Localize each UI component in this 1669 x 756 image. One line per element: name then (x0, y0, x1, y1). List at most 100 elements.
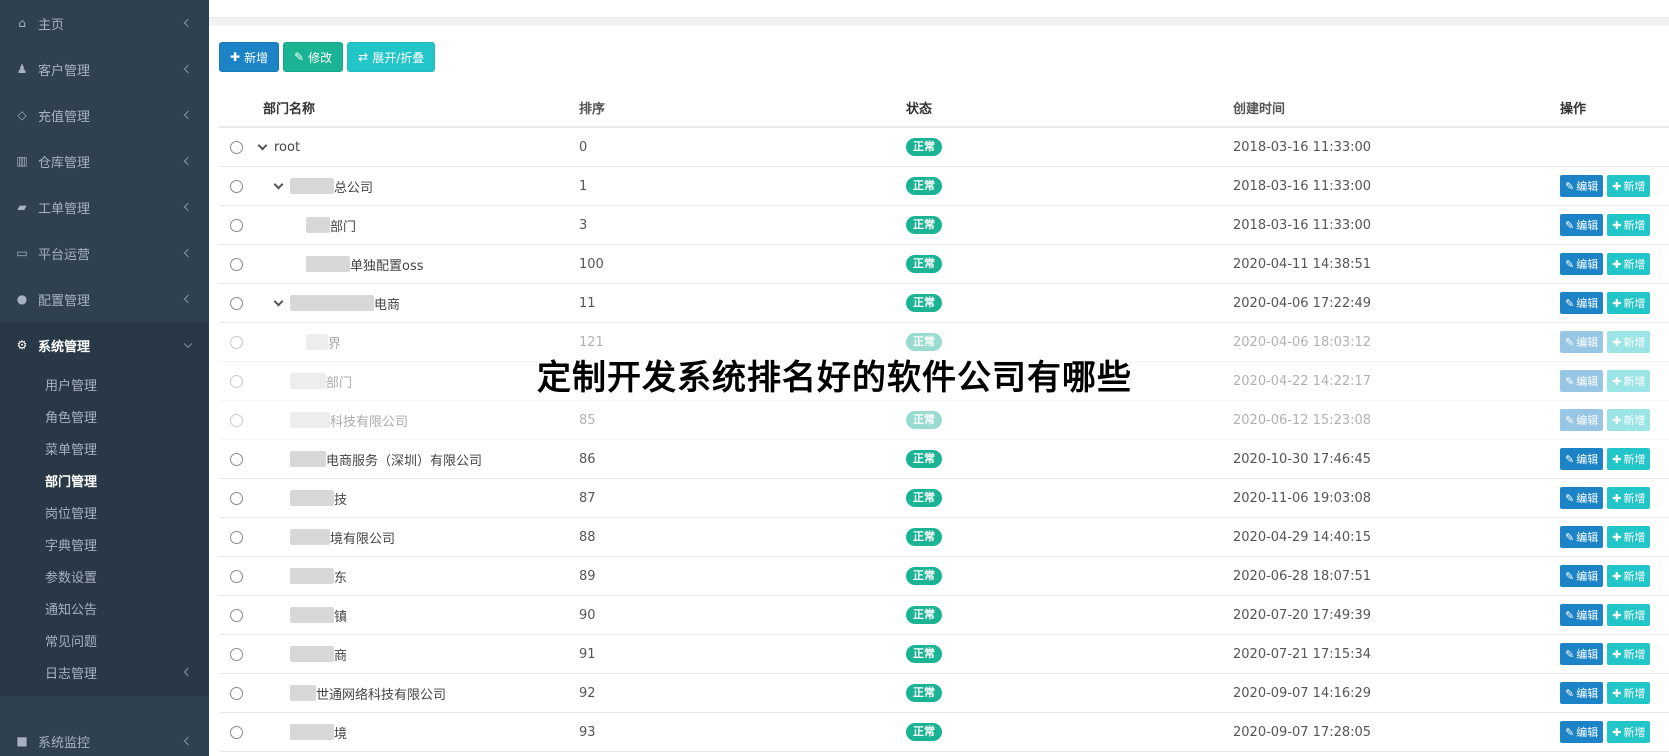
table-row[interactable]: 世通网络科技有限公司 92 正常 2020-09-07 14:16:29 ✎ 编辑 ✚ 新增 (219, 674, 1669, 713)
row-edit-button[interactable]: ✎ 编辑 (1560, 409, 1604, 431)
sidebar-item-0[interactable]: ⌂ 主页 (0, 0, 209, 46)
submenu-item-9[interactable]: 日志管理 (0, 656, 209, 688)
submenu-item-3[interactable]: 部门管理 (0, 464, 209, 496)
expand-collapse-button[interactable]: ⇄ 展开/折叠 (347, 42, 436, 72)
dept-sort: 88 (579, 529, 596, 545)
row-edit-button[interactable]: ✎ 编辑 (1560, 214, 1604, 236)
row-radio[interactable] (229, 569, 243, 583)
table-row[interactable]: 部门 3 正常 2018-03-16 11:33:00 ✎ 编辑 ✚ 新增 (219, 206, 1669, 245)
table-row[interactable]: 商 91 正常 2020-07-21 17:15:34 ✎ 编辑 ✚ 新增 (219, 635, 1669, 674)
row-edit-button[interactable]: ✎ 编辑 (1560, 526, 1604, 548)
table-row[interactable]: 镇 90 正常 2020-07-20 17:49:39 ✎ 编辑 ✚ 新增 (219, 596, 1669, 635)
row-edit-label: 编辑 (1576, 453, 1599, 466)
row-radio[interactable] (229, 452, 243, 466)
row-add-button[interactable]: ✚ 新增 (1607, 214, 1651, 236)
row-radio[interactable] (229, 530, 243, 544)
submenu-item-8[interactable]: 常见问题 (0, 624, 209, 656)
row-add-button[interactable]: ✚ 新增 (1607, 448, 1651, 470)
chevron-left-icon (183, 736, 193, 746)
sidebar-item-6[interactable]: ● 配置管理 (0, 276, 209, 322)
sidebar-item-1[interactable]: ♟ 客户管理 (0, 46, 209, 92)
row-add-button[interactable]: ✚ 新增 (1607, 721, 1651, 743)
row-radio[interactable] (229, 686, 243, 700)
row-radio[interactable] (229, 296, 243, 310)
row-edit-button[interactable]: ✎ 编辑 (1560, 253, 1604, 275)
sidebar-item-system-monitor[interactable]: ■ 系统监控 (0, 718, 209, 756)
row-radio[interactable] (229, 647, 243, 661)
status-badge: 正常 (906, 645, 942, 663)
row-add-button[interactable]: ✚ 新增 (1607, 565, 1651, 587)
submenu-item-4[interactable]: 岗位管理 (0, 496, 209, 528)
row-radio[interactable] (229, 725, 243, 739)
row-radio[interactable] (229, 218, 243, 232)
add-button[interactable]: ✚ 新增 (219, 42, 280, 72)
expand-collapse-label: 展开/折叠 (372, 50, 425, 65)
row-add-label: 新增 (1623, 219, 1646, 232)
row-add-button[interactable]: ✚ 新增 (1607, 292, 1651, 314)
row-radio[interactable] (229, 257, 243, 271)
row-add-button[interactable]: ✚ 新增 (1607, 409, 1651, 431)
row-edit-label: 编辑 (1576, 570, 1599, 583)
sidebar-item-2[interactable]: ◇ 充值管理 (0, 92, 209, 138)
row-add-button[interactable]: ✚ 新增 (1607, 682, 1651, 704)
sidebar-item-4[interactable]: ▰ 工单管理 (0, 184, 209, 230)
submenu-item-6[interactable]: 参数设置 (0, 560, 209, 592)
row-radio[interactable] (229, 413, 243, 427)
row-edit-button[interactable]: ✎ 编辑 (1560, 175, 1604, 197)
row-edit-button[interactable]: ✎ 编辑 (1560, 604, 1604, 626)
row-radio[interactable] (229, 608, 243, 622)
sidebar-item-3[interactable]: ▥ 仓库管理 (0, 138, 209, 184)
sidebar-item-5[interactable]: ▭ 平台运营 (0, 230, 209, 276)
row-radio[interactable] (229, 140, 243, 154)
chevron-left-icon (183, 248, 193, 258)
row-radio[interactable] (229, 335, 243, 349)
table-row[interactable]: 总公司 1 正常 2018-03-16 11:33:00 ✎ 编辑 ✚ 新增 (219, 167, 1669, 206)
submenu-item-1[interactable]: 角色管理 (0, 400, 209, 432)
row-edit-button[interactable]: ✎ 编辑 (1560, 643, 1604, 665)
dept-created: 2020-06-12 15:23:08 (1233, 412, 1372, 428)
edit-icon: ✎ (1565, 686, 1575, 700)
row-add-label: 新增 (1623, 297, 1646, 310)
row-edit-button[interactable]: ✎ 编辑 (1560, 682, 1604, 704)
row-radio[interactable] (229, 179, 243, 193)
chevron-down-icon[interactable] (273, 296, 284, 306)
row-edit-button[interactable]: ✎ 编辑 (1560, 565, 1604, 587)
submenu-item-7[interactable]: 通知公告 (0, 592, 209, 624)
header-created[interactable]: 创建时间 (1233, 98, 1560, 117)
table-row[interactable]: 电商服务（深圳）有限公司 86 正常 2020-10-30 17:46:45 ✎ 编辑 ✚ 新… (219, 440, 1669, 479)
status-badge: 正常 (906, 489, 942, 507)
table-row[interactable]: 境 93 正常 2020-09-07 17:28:05 ✎ 编辑 ✚ 新增 (219, 713, 1669, 752)
row-add-button[interactable]: ✚ 新增 (1607, 526, 1651, 548)
row-add-button[interactable]: ✚ 新增 (1607, 175, 1651, 197)
row-add-button[interactable]: ✚ 新增 (1607, 253, 1651, 275)
dept-sort: 85 (579, 412, 596, 428)
row-radio[interactable] (229, 491, 243, 505)
row-add-button[interactable]: ✚ 新增 (1607, 643, 1651, 665)
chevron-left-icon (183, 18, 193, 28)
table-row[interactable]: 东 89 正常 2020-06-28 18:07:51 ✎ 编辑 ✚ 新增 (219, 557, 1669, 596)
table-row[interactable]: 单独配置oss 100 正常 2020-04-11 14:38:51 ✎ 编辑 ✚ 新增 (219, 245, 1669, 284)
row-add-button[interactable]: ✚ 新增 (1607, 604, 1651, 626)
header-sort[interactable]: 排序 (579, 98, 906, 117)
table-row[interactable]: root 0 正常 2018-03-16 11:33:00 (219, 128, 1669, 167)
row-edit-button[interactable]: ✎ 编辑 (1560, 487, 1604, 509)
edit-icon: ✎ (1565, 335, 1575, 349)
row-add-button[interactable]: ✚ 新增 (1607, 487, 1651, 509)
row-add-label: 新增 (1623, 570, 1646, 583)
submenu-item-2[interactable]: 菜单管理 (0, 432, 209, 464)
submenu-item-5[interactable]: 字典管理 (0, 528, 209, 560)
row-edit-button[interactable]: ✎ 编辑 (1560, 448, 1604, 470)
chevron-down-icon[interactable] (273, 179, 284, 189)
table-row[interactable]: 电商 11 正常 2020-04-06 17:22:49 ✎ 编辑 ✚ 新增 (219, 284, 1669, 323)
dept-name: 世通网络科技有限公司 (316, 687, 447, 703)
row-edit-button[interactable]: ✎ 编辑 (1560, 292, 1604, 314)
chevron-down-icon[interactable] (257, 140, 268, 150)
table-row[interactable]: 境有限公司 88 正常 2020-04-29 14:40:15 ✎ 编辑 ✚ 新增 (219, 518, 1669, 557)
header-status[interactable]: 状态 (906, 98, 1233, 117)
table-row[interactable]: 技 87 正常 2020-11-06 19:03:08 ✎ 编辑 ✚ 新增 (219, 479, 1669, 518)
row-edit-button[interactable]: ✎ 编辑 (1560, 721, 1604, 743)
header-name[interactable]: 部门名称 (253, 98, 579, 117)
edit-button[interactable]: ✎ 修改 (283, 42, 344, 72)
table-row[interactable]: 科技有限公司 85 正常 2020-06-12 15:23:08 ✎ 编辑 ✚ 新增 (219, 401, 1669, 440)
dept-sort: 90 (579, 607, 596, 623)
